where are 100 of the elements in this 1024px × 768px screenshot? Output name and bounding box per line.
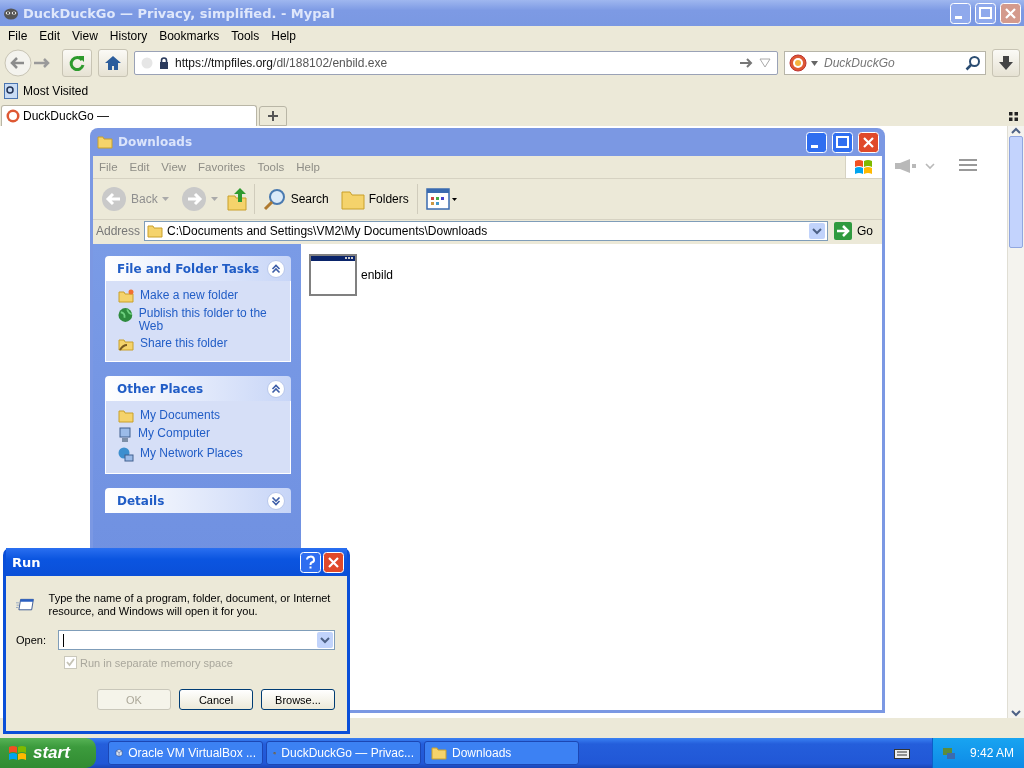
menu-item[interactable]: Favorites bbox=[192, 161, 252, 173]
shared-folder-icon bbox=[118, 337, 134, 351]
download-arrow-icon bbox=[998, 55, 1014, 71]
taskbar-label: Oracle VM VirtualBox ... bbox=[128, 746, 256, 760]
tab-label: DuckDuckGo — bbox=[23, 109, 110, 123]
task-link[interactable]: Make a new folder bbox=[140, 289, 239, 302]
search-box[interactable]: DuckDuckGo bbox=[784, 51, 986, 75]
menu-item[interactable]: Tools bbox=[225, 29, 266, 43]
dropdown-icon[interactable] bbox=[317, 632, 333, 648]
maximize-button[interactable] bbox=[832, 131, 853, 153]
go-button[interactable]: Go bbox=[832, 222, 879, 240]
menu-icon[interactable] bbox=[959, 158, 977, 172]
search-field[interactable]: DuckDuckGo bbox=[822, 55, 961, 71]
new-folder-icon bbox=[118, 289, 134, 303]
windows-logo-icon bbox=[8, 744, 28, 762]
home-button[interactable] bbox=[98, 49, 128, 77]
folders-button[interactable]: Folders bbox=[336, 186, 413, 212]
dialog-button[interactable]: Browse... bbox=[261, 689, 335, 710]
bookmark-item[interactable]: Most Visited bbox=[23, 84, 89, 98]
maximize-button[interactable] bbox=[975, 2, 996, 24]
task-link[interactable]: Publish this folder to the Web bbox=[138, 307, 282, 333]
menu-item[interactable]: Help bbox=[290, 161, 326, 173]
menu-item[interactable]: Tools bbox=[251, 161, 291, 173]
reload-button[interactable] bbox=[62, 49, 92, 77]
close-button[interactable] bbox=[858, 131, 879, 153]
panel-header[interactable]: Other Places bbox=[105, 376, 291, 401]
task-link[interactable]: My Network Places bbox=[140, 447, 243, 460]
dialog-message: Type the name of a program, folder, document, or Internet resource, and Windows will open it for you. bbox=[48, 592, 332, 618]
folder-icon bbox=[431, 746, 447, 760]
caret-icon[interactable] bbox=[811, 60, 818, 66]
close-button[interactable] bbox=[323, 551, 344, 573]
reload-icon bbox=[68, 54, 86, 72]
start-button[interactable]: start bbox=[0, 738, 96, 768]
open-label: Open: bbox=[16, 634, 46, 646]
menu-item[interactable]: Bookmarks bbox=[153, 29, 226, 43]
search-button[interactable]: Search bbox=[258, 185, 333, 213]
network-places-icon bbox=[118, 447, 134, 463]
taskbar-button[interactable]: Downloads bbox=[424, 741, 579, 765]
home-icon bbox=[104, 54, 122, 72]
taskbar-button[interactable]: DuckDuckGo — Privac... bbox=[266, 741, 421, 765]
url-field[interactable]: https://tmpfiles.org/dl/188102/enbild.exe bbox=[134, 51, 778, 75]
scroll-up-icon[interactable] bbox=[1011, 126, 1021, 136]
menu-item[interactable]: Help bbox=[265, 29, 302, 43]
file-name[interactable]: enbild bbox=[361, 268, 394, 282]
chevron-icon bbox=[267, 491, 285, 510]
close-button[interactable] bbox=[1000, 2, 1021, 24]
browser-tab[interactable]: DuckDuckGo — bbox=[1, 105, 257, 126]
windows-logo-icon bbox=[854, 158, 874, 176]
go-arrow-icon[interactable] bbox=[739, 57, 753, 69]
caret-icon bbox=[210, 197, 218, 201]
grid-icon[interactable] bbox=[1009, 112, 1018, 121]
lock-icon bbox=[159, 57, 169, 69]
taskbar-label: DuckDuckGo — Privac... bbox=[281, 746, 414, 760]
taskbar-label: Downloads bbox=[452, 746, 512, 760]
folder-icon bbox=[147, 224, 164, 238]
taskbar-button[interactable]: Oracle VM VirtualBox ... bbox=[108, 741, 263, 765]
clock: 9:42 AM bbox=[969, 746, 1014, 760]
keyboard-icon[interactable] bbox=[894, 747, 910, 759]
window-title: DuckDuckGo — Privacy, simplified. - Mypal bbox=[23, 5, 336, 21]
chevron-icon bbox=[267, 259, 285, 278]
go-arrow-icon bbox=[834, 222, 852, 240]
help-button[interactable] bbox=[300, 551, 321, 573]
new-tab-button[interactable] bbox=[259, 106, 287, 126]
computer-icon bbox=[118, 427, 132, 443]
globe-icon bbox=[118, 307, 133, 323]
panel-header[interactable]: Details bbox=[105, 488, 291, 513]
menu-item[interactable]: Edit bbox=[33, 29, 67, 43]
scroll-down-icon[interactable] bbox=[1011, 708, 1021, 718]
address-label: Address bbox=[96, 224, 141, 238]
minimize-button[interactable] bbox=[806, 131, 827, 153]
search-icon[interactable] bbox=[965, 55, 981, 71]
folder-icon bbox=[340, 188, 365, 210]
menu-item[interactable]: View bbox=[155, 161, 193, 173]
menu-item[interactable]: History bbox=[103, 29, 154, 43]
scrollbar-thumb[interactable] bbox=[1009, 136, 1023, 248]
bookmark-folder-icon bbox=[4, 83, 18, 99]
chevron-icon bbox=[267, 379, 285, 398]
window-title: Downloads bbox=[118, 135, 194, 149]
dialog-button[interactable]: Cancel bbox=[179, 689, 253, 710]
minimize-button[interactable] bbox=[950, 2, 971, 24]
caret-icon bbox=[161, 197, 169, 201]
menu-item[interactable]: File bbox=[2, 29, 34, 43]
menu-item[interactable]: View bbox=[66, 29, 104, 43]
up-folder-icon[interactable] bbox=[225, 186, 250, 212]
plus-icon bbox=[268, 111, 278, 121]
folder-icon bbox=[118, 409, 134, 423]
scrollbar[interactable] bbox=[1007, 126, 1024, 718]
task-link[interactable]: Share this folder bbox=[140, 337, 228, 350]
menu-item[interactable]: Edit bbox=[123, 161, 156, 173]
open-combo-box[interactable] bbox=[57, 630, 335, 650]
address-field[interactable]: C:\Documents and Settings\VM2\My Documents\Downloads bbox=[144, 221, 828, 241]
download-button[interactable] bbox=[992, 49, 1020, 77]
application-window-icon[interactable] bbox=[309, 254, 357, 296]
task-link[interactable]: My Computer bbox=[138, 427, 211, 440]
folder-icon bbox=[97, 135, 113, 149]
duck-logo-icon bbox=[6, 109, 20, 123]
duck-logo-icon[interactable] bbox=[789, 54, 807, 72]
panel-header[interactable]: File and Folder Tasks bbox=[105, 256, 291, 281]
dropdown-icon[interactable] bbox=[809, 223, 825, 239]
task-link[interactable]: My Documents bbox=[140, 409, 221, 422]
